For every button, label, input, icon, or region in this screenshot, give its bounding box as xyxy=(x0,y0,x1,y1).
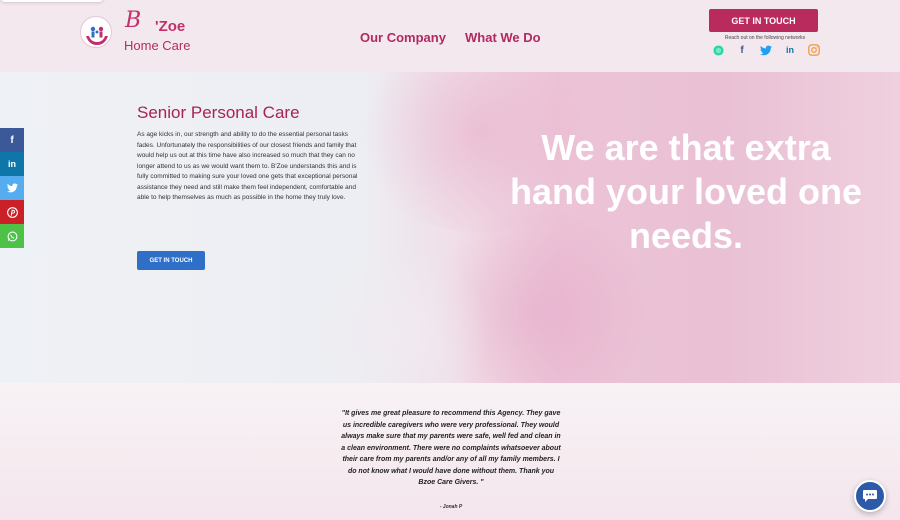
share-whatsapp-icon[interactable] xyxy=(0,224,24,248)
facebook-icon[interactable]: f xyxy=(736,44,748,56)
twitter-icon[interactable] xyxy=(760,44,772,56)
brand-subtitle: Home Care xyxy=(124,38,191,53)
hero-get-in-touch-button[interactable]: GET IN TOUCH xyxy=(137,251,205,270)
chat-widget-button[interactable] xyxy=(854,480,886,512)
share-facebook-icon[interactable]: f xyxy=(0,128,24,152)
section-title: Senior Personal Care xyxy=(137,103,300,122)
top-tab xyxy=(0,0,104,2)
nav-our-company[interactable]: Our Company xyxy=(360,30,446,45)
testimonial-author: - Jonah P xyxy=(439,504,463,510)
get-in-touch-button[interactable]: GET IN TOUCH xyxy=(709,9,818,32)
chat-icon xyxy=(863,490,877,502)
nav-what-we-do[interactable]: What We Do xyxy=(465,30,541,45)
logo-icon[interactable] xyxy=(80,16,112,48)
share-linkedin-icon[interactable]: in xyxy=(0,152,24,176)
instagram-icon[interactable] xyxy=(808,44,820,56)
site-header: B 'Zoe Home Care Our Company What We Do … xyxy=(0,0,900,72)
hero-tagline: We are that extra hand your loved one ne… xyxy=(509,127,863,256)
whatsapp-icon[interactable] xyxy=(712,44,724,56)
section-body: As age kicks in, our strength and abilit… xyxy=(137,131,358,201)
brand-initial: B xyxy=(125,8,142,33)
linkedin-icon[interactable]: in xyxy=(784,44,796,56)
brand-name: 'Zoe xyxy=(155,18,186,35)
share-twitter-icon[interactable] xyxy=(0,176,24,200)
reach-out-text: Reach out on the following networks xyxy=(724,35,806,41)
share-pinterest-icon[interactable] xyxy=(0,200,24,224)
social-links: f in xyxy=(710,44,822,58)
testimonial-quote: "It gives me great pleasure to recommend… xyxy=(341,410,561,486)
